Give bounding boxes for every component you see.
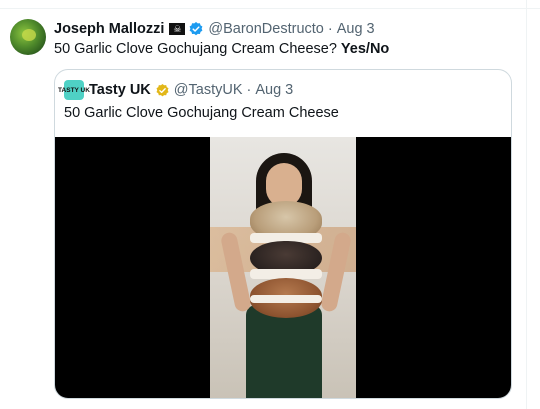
author-name[interactable]: Joseph Mallozzi <box>54 21 164 37</box>
video-frame <box>210 137 356 398</box>
author-handle[interactable]: @BaronDestructo <box>208 21 323 37</box>
quoted-separator-dot: · <box>246 82 252 98</box>
green-apron <box>246 305 322 398</box>
quoted-tweet-card[interactable]: TASTY UK Tasty UK @TastyUK · Aug 3 50 Ga… <box>54 69 512 399</box>
separator-dot: · <box>327 21 333 37</box>
verified-badge-icon <box>189 22 203 36</box>
gold-verified-badge-icon <box>156 83 169 96</box>
quoted-author-avatar[interactable]: TASTY UK <box>58 80 90 100</box>
quoted-author-name[interactable]: Tasty UK <box>89 82 151 98</box>
tweet-text-bold: Yes/No <box>340 41 390 57</box>
tweet-header: Joseph Mallozzi ☠ @BaronDestructo · Aug … <box>54 19 375 39</box>
quoted-video[interactable] <box>55 137 511 398</box>
author-avatar[interactable] <box>10 19 46 55</box>
quoted-tweet-text: 50 Garlic Clove Gochujang Cream Cheese <box>64 105 339 121</box>
cream-cheese-layer <box>250 295 322 303</box>
quoted-tweet-header: TASTY UK Tasty UK @TastyUK · Aug 3 <box>58 80 293 100</box>
top-divider <box>0 8 540 9</box>
tweet-text: 50 Garlic Clove Gochujang Cream Cheese? … <box>54 40 389 58</box>
right-divider <box>526 0 527 409</box>
pirate-flag-icon: ☠ <box>169 23 186 35</box>
tweet-text-main: 50 Garlic Clove Gochujang Cream Cheese? <box>54 41 341 57</box>
tweet-timestamp[interactable]: Aug 3 <box>337 21 375 37</box>
quoted-timestamp[interactable]: Aug 3 <box>255 82 293 98</box>
quoted-author-handle[interactable]: @TastyUK <box>174 82 243 98</box>
